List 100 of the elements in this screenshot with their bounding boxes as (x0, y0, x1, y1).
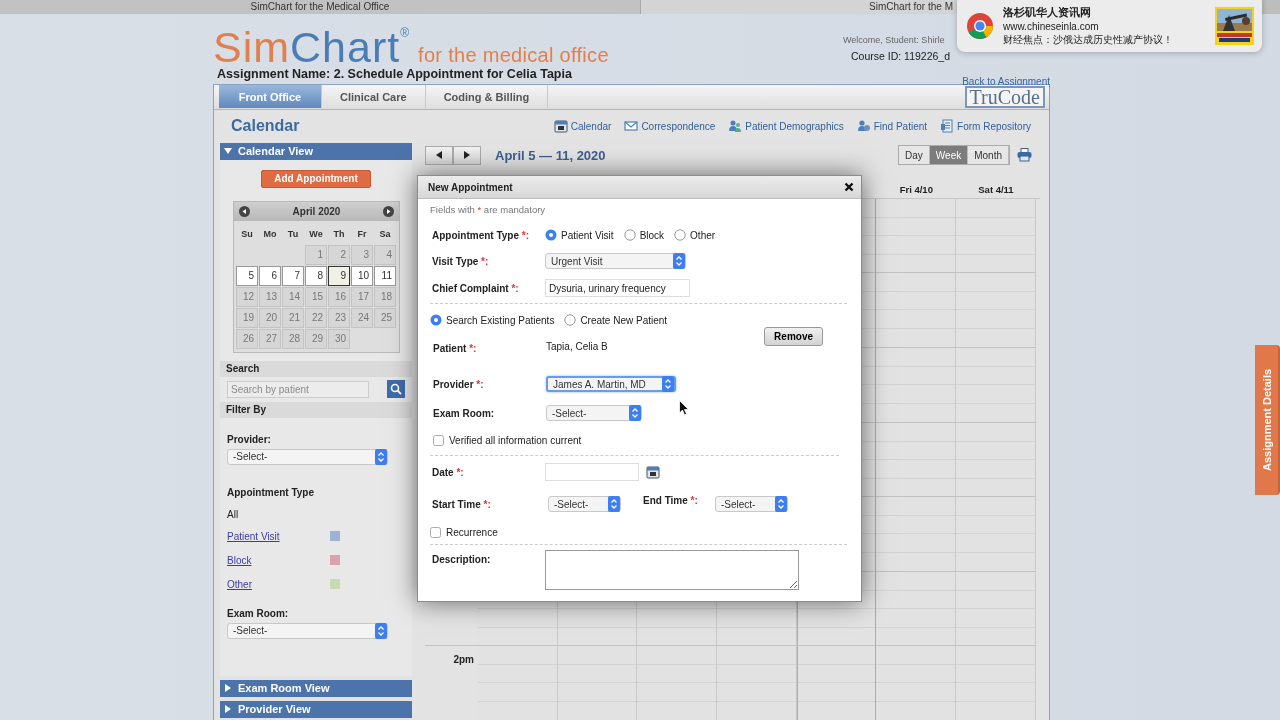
calendar-day[interactable]: 4 (374, 244, 396, 265)
radio-button[interactable] (430, 314, 442, 326)
calendar-day[interactable]: 8 (305, 265, 327, 286)
provider-select[interactable]: -Select- (227, 448, 388, 465)
calendar-day[interactable]: 24 (351, 307, 373, 328)
calendar-icon[interactable] (646, 465, 660, 479)
visit-type-select[interactable]: Urgent Visit (545, 253, 686, 269)
calendar-day[interactable]: 30 (328, 328, 350, 349)
checkbox[interactable] (433, 434, 444, 446)
radio-button[interactable] (674, 229, 687, 241)
toolbar-link[interactable]: Patient Demographics (728, 119, 844, 134)
toolbar-link[interactable]: Calendar (553, 119, 612, 134)
calendar-day[interactable]: 19 (236, 307, 258, 328)
time-slot[interactable] (876, 198, 957, 274)
calendar-day[interactable]: 11 (374, 265, 396, 286)
calendar-day[interactable]: 3 (351, 244, 373, 265)
calendar-day[interactable]: 23 (328, 307, 350, 328)
calendar-day[interactable]: 20 (259, 307, 281, 328)
browser-tab[interactable]: SimChart for the Medical Office (0, 0, 640, 14)
collapsed-triangle-icon[interactable] (224, 684, 232, 693)
calendar-day[interactable]: 9 (328, 265, 350, 286)
module-tab[interactable]: Coding & Billing (425, 85, 549, 109)
type-link[interactable]: Patient Visit (227, 530, 330, 542)
collapsed-triangle-icon[interactable] (224, 705, 232, 714)
toolbar-link[interactable]: Form Repository (940, 119, 1031, 134)
time-slot[interactable] (557, 646, 638, 720)
calendar-day[interactable]: 12 (236, 286, 258, 307)
printer-icon[interactable] (1017, 148, 1032, 163)
time-slot[interactable] (956, 571, 1036, 647)
module-tab[interactable]: Front Office (219, 85, 322, 109)
type-link[interactable]: Block (227, 554, 330, 566)
calendar-day[interactable]: 1 (305, 244, 327, 265)
calendar-day[interactable]: 10 (351, 265, 373, 286)
calendar-day[interactable]: 14 (282, 286, 304, 307)
end-time-select[interactable]: -Select- (715, 496, 788, 512)
complaint-field[interactable]: Dysuria, urinary frequency (545, 279, 690, 297)
toolbar-link[interactable]: Find Patient (856, 119, 928, 134)
calendar-day[interactable]: 29 (305, 328, 327, 349)
exam-room-select[interactable]: -Select- (546, 405, 642, 421)
radio-button[interactable] (545, 229, 557, 241)
type-link[interactable]: Other (227, 578, 330, 590)
checkbox[interactable] (430, 526, 441, 538)
calendar-day[interactable]: 15 (305, 286, 327, 307)
calendar-day[interactable]: 27 (259, 328, 281, 349)
calendar-day[interactable]: 16 (328, 286, 350, 307)
calendar-day[interactable]: 18 (374, 286, 396, 307)
trucode-logo[interactable]: TruCode (964, 85, 1045, 108)
arrow-left-icon[interactable] (239, 205, 250, 217)
time-slot[interactable] (796, 646, 877, 720)
calendar-day[interactable]: 26 (236, 328, 258, 349)
module-tab[interactable]: Clinical Care (322, 85, 426, 109)
time-slot[interactable] (956, 348, 1036, 423)
assignment-details-tab[interactable]: Assignment Details (1255, 345, 1280, 495)
calendar-day[interactable]: 28 (282, 328, 304, 349)
start-time-select[interactable]: -Select- (548, 496, 621, 512)
time-slot[interactable] (876, 348, 957, 423)
time-slot[interactable] (876, 571, 957, 647)
arrow-right-icon[interactable] (383, 205, 394, 217)
add-appointment-button[interactable]: Add Appointment (261, 169, 371, 188)
description-field[interactable] (545, 550, 799, 590)
section-header[interactable]: Calendar View (220, 142, 412, 160)
exam-room-select[interactable]: -Select- (227, 622, 388, 639)
browser-tab[interactable]: SimChart for the M (640, 0, 957, 14)
time-slot[interactable] (956, 422, 1036, 498)
search-button[interactable] (387, 380, 405, 399)
expanded-triangle-icon[interactable] (224, 147, 232, 156)
toolbar-link[interactable]: Correspondence (624, 119, 716, 134)
calendar-day[interactable]: 25 (374, 307, 396, 328)
notification-toast[interactable]: 洛杉矶华人资讯网 www.chineseinla.com 财经焦点：沙俄达成历史性减产协议！ (957, 0, 1262, 52)
calendar-day[interactable]: 17 (351, 286, 373, 307)
back-link[interactable]: Back to Assignment (962, 76, 1050, 87)
radio-button[interactable] (623, 229, 636, 241)
time-slot[interactable] (956, 497, 1036, 572)
calendar-day[interactable]: 7 (282, 265, 304, 286)
dialog-title: New Appointment (428, 181, 513, 193)
section-header[interactable]: Provider View (220, 700, 412, 718)
stepper-icon (375, 448, 387, 465)
search-field[interactable]: Search by patient (227, 380, 369, 398)
calendar-day[interactable]: 5 (236, 265, 258, 286)
time-slot[interactable] (956, 273, 1036, 349)
date-field[interactable] (545, 463, 639, 481)
remove-button[interactable]: Remove (764, 327, 823, 346)
calendar-day[interactable]: 6 (259, 265, 281, 286)
calendar-day[interactable]: 21 (282, 307, 304, 328)
time-slot[interactable] (876, 497, 957, 572)
time-slot[interactable] (876, 273, 957, 349)
close-icon[interactable] (844, 182, 854, 192)
prev-week-button[interactable] (425, 145, 453, 165)
view-tab[interactable]: Week (929, 146, 969, 165)
cursor-icon (679, 400, 689, 416)
next-week-button[interactable] (453, 145, 481, 165)
calendar-day[interactable]: 2 (328, 244, 350, 265)
time-slot[interactable] (956, 198, 1036, 274)
stepper-icon (629, 405, 641, 421)
radio-button[interactable] (564, 314, 577, 326)
provider-select[interactable]: James A. Martin, MD (546, 376, 676, 392)
calendar-day[interactable]: 22 (305, 307, 327, 328)
calendar-day[interactable]: 13 (259, 286, 281, 307)
section-header[interactable]: Exam Room View (220, 679, 412, 697)
time-slot[interactable] (876, 422, 957, 498)
